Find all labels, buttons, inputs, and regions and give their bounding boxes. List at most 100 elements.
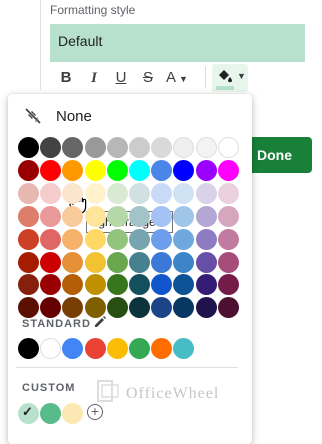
color-swatch[interactable] bbox=[85, 160, 106, 181]
color-swatch[interactable] bbox=[173, 252, 194, 273]
color-swatch[interactable] bbox=[218, 274, 239, 295]
color-swatch[interactable] bbox=[62, 229, 83, 250]
color-swatch[interactable] bbox=[173, 137, 194, 158]
custom-color-swatch[interactable] bbox=[40, 403, 61, 424]
color-swatch[interactable] bbox=[18, 183, 39, 204]
standard-color-swatch[interactable] bbox=[18, 338, 39, 359]
color-swatch[interactable] bbox=[107, 183, 128, 204]
standard-color-swatch[interactable] bbox=[85, 338, 106, 359]
color-swatch[interactable] bbox=[62, 137, 83, 158]
color-swatch[interactable] bbox=[40, 206, 61, 227]
color-swatch[interactable] bbox=[129, 206, 150, 227]
standard-color-swatch[interactable] bbox=[173, 338, 194, 359]
color-swatch[interactable] bbox=[218, 297, 239, 318]
color-swatch[interactable] bbox=[18, 297, 39, 318]
color-swatch[interactable] bbox=[196, 252, 217, 273]
color-swatch[interactable] bbox=[151, 229, 172, 250]
color-swatch[interactable] bbox=[173, 160, 194, 181]
color-swatch[interactable] bbox=[85, 206, 106, 227]
color-swatch[interactable] bbox=[62, 183, 83, 204]
color-swatch[interactable] bbox=[173, 206, 194, 227]
color-swatch[interactable] bbox=[173, 274, 194, 295]
color-swatch[interactable] bbox=[40, 274, 61, 295]
color-swatch[interactable] bbox=[62, 206, 83, 227]
color-swatch[interactable] bbox=[196, 137, 217, 158]
color-swatch[interactable] bbox=[218, 183, 239, 204]
color-swatch[interactable] bbox=[129, 137, 150, 158]
formatting-style-value[interactable]: Default bbox=[58, 33, 102, 49]
bold-button[interactable]: B bbox=[58, 68, 74, 88]
color-swatch[interactable] bbox=[85, 274, 106, 295]
underline-button[interactable]: U bbox=[113, 68, 129, 88]
standard-color-swatch[interactable] bbox=[62, 338, 83, 359]
color-swatch[interactable] bbox=[151, 137, 172, 158]
text-color-button[interactable]: A ▼ bbox=[166, 68, 196, 88]
color-swatch[interactable] bbox=[18, 137, 39, 158]
color-swatch[interactable] bbox=[40, 229, 61, 250]
color-swatch[interactable] bbox=[151, 274, 172, 295]
color-swatch[interactable] bbox=[196, 297, 217, 318]
color-swatch[interactable] bbox=[107, 206, 128, 227]
color-swatch[interactable] bbox=[107, 252, 128, 273]
color-swatch[interactable] bbox=[196, 274, 217, 295]
color-swatch[interactable] bbox=[40, 160, 61, 181]
color-swatch[interactable] bbox=[18, 160, 39, 181]
color-swatch[interactable] bbox=[151, 252, 172, 273]
color-swatch[interactable] bbox=[129, 274, 150, 295]
color-swatch[interactable] bbox=[151, 183, 172, 204]
color-swatch[interactable] bbox=[107, 297, 128, 318]
color-swatch[interactable] bbox=[40, 137, 61, 158]
color-swatch[interactable] bbox=[85, 229, 106, 250]
none-option[interactable]: None bbox=[56, 108, 92, 125]
color-swatch[interactable] bbox=[129, 252, 150, 273]
color-swatch[interactable] bbox=[218, 137, 239, 158]
color-swatch[interactable] bbox=[173, 183, 194, 204]
standard-color-swatch[interactable] bbox=[40, 338, 61, 359]
color-swatch[interactable] bbox=[18, 274, 39, 295]
color-swatch[interactable] bbox=[18, 206, 39, 227]
no-fill-icon[interactable] bbox=[24, 107, 42, 125]
color-swatch[interactable] bbox=[85, 137, 106, 158]
standard-color-swatch[interactable] bbox=[129, 338, 150, 359]
color-swatch[interactable] bbox=[40, 183, 61, 204]
color-swatch[interactable] bbox=[18, 229, 39, 250]
color-swatch[interactable] bbox=[40, 297, 61, 318]
color-swatch[interactable] bbox=[218, 229, 239, 250]
color-swatch[interactable] bbox=[129, 160, 150, 181]
color-swatch[interactable] bbox=[196, 206, 217, 227]
color-swatch[interactable] bbox=[196, 183, 217, 204]
color-swatch[interactable] bbox=[62, 252, 83, 273]
color-swatch[interactable] bbox=[218, 206, 239, 227]
color-swatch[interactable] bbox=[151, 206, 172, 227]
color-swatch[interactable] bbox=[173, 229, 194, 250]
color-swatch[interactable] bbox=[107, 274, 128, 295]
color-swatch[interactable] bbox=[107, 137, 128, 158]
color-swatch[interactable] bbox=[218, 160, 239, 181]
color-swatch[interactable] bbox=[107, 160, 128, 181]
standard-color-swatch[interactable] bbox=[107, 338, 128, 359]
color-swatch[interactable] bbox=[129, 183, 150, 204]
color-swatch[interactable] bbox=[85, 297, 106, 318]
standard-color-swatch[interactable] bbox=[151, 338, 172, 359]
color-swatch[interactable] bbox=[85, 252, 106, 273]
color-swatch[interactable] bbox=[40, 252, 61, 273]
italic-button[interactable]: I bbox=[86, 68, 102, 88]
color-swatch[interactable] bbox=[196, 160, 217, 181]
color-swatch[interactable] bbox=[196, 229, 217, 250]
color-swatch[interactable] bbox=[62, 274, 83, 295]
color-swatch[interactable] bbox=[173, 297, 194, 318]
color-swatch[interactable] bbox=[129, 229, 150, 250]
color-swatch[interactable] bbox=[62, 160, 83, 181]
color-swatch[interactable] bbox=[129, 297, 150, 318]
color-swatch[interactable] bbox=[18, 252, 39, 273]
custom-color-swatch[interactable] bbox=[62, 403, 83, 424]
color-swatch[interactable] bbox=[151, 160, 172, 181]
strikethrough-button[interactable]: S bbox=[140, 68, 156, 88]
color-swatch[interactable] bbox=[85, 183, 106, 204]
color-swatch[interactable] bbox=[151, 297, 172, 318]
color-swatch[interactable] bbox=[62, 297, 83, 318]
add-custom-color-button[interactable]: + bbox=[87, 404, 103, 420]
color-swatch[interactable] bbox=[107, 229, 128, 250]
color-swatch[interactable] bbox=[218, 252, 239, 273]
custom-color-swatch[interactable]: ✓ bbox=[18, 403, 39, 424]
